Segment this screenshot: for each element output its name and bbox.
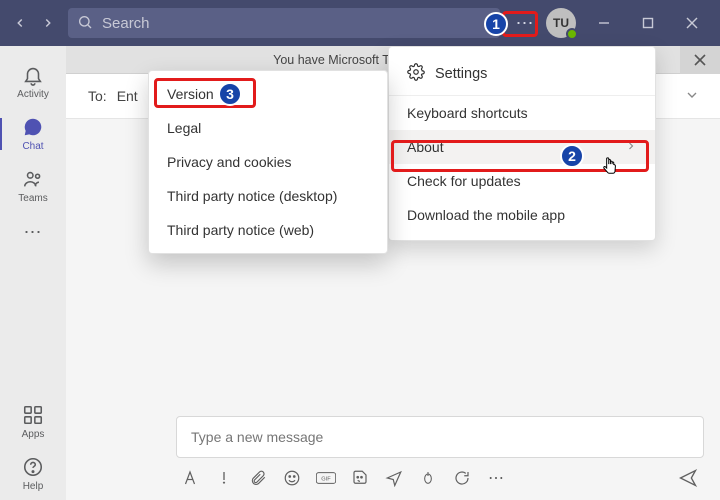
avatar-initials: TU: [553, 16, 569, 30]
search-wrapper: [68, 8, 500, 38]
rail-chat[interactable]: Chat: [0, 108, 66, 160]
title-bar: ⋯ TU: [0, 0, 720, 46]
annotation-badge-2: 2: [560, 144, 584, 168]
rail-more[interactable]: ⋯: [24, 212, 43, 253]
submenu-tpn-desktop[interactable]: Third party notice (desktop): [149, 179, 387, 213]
bell-icon: [22, 64, 44, 86]
minimize-button[interactable]: [582, 0, 626, 46]
rail-activity-label: Activity: [17, 89, 49, 100]
gif-icon[interactable]: GIF: [316, 468, 336, 488]
schedule-icon[interactable]: [384, 468, 404, 488]
submenu-legal[interactable]: Legal: [149, 111, 387, 145]
banner-close-button[interactable]: [680, 46, 720, 74]
format-icon[interactable]: [180, 468, 200, 488]
svg-text:GIF: GIF: [321, 477, 331, 483]
chevron-down-icon[interactable]: [684, 87, 700, 106]
search-icon: [77, 14, 93, 35]
settings-menu: Settings Keyboard shortcuts About Check …: [388, 46, 656, 241]
priority-icon[interactable]: [214, 468, 234, 488]
send-button[interactable]: [678, 468, 698, 488]
rail-apps[interactable]: Apps: [0, 396, 66, 448]
approvals-icon[interactable]: [452, 468, 472, 488]
menu-settings-label: Settings: [435, 66, 487, 82]
rail-activity[interactable]: Activity: [0, 56, 66, 108]
rail-teams-label: Teams: [18, 193, 47, 204]
to-value: Ent: [117, 88, 138, 104]
more-menu-button[interactable]: ⋯: [510, 9, 540, 37]
back-button[interactable]: [6, 9, 34, 37]
submenu-version[interactable]: Version: [149, 77, 387, 111]
forward-button[interactable]: [34, 9, 62, 37]
help-icon: [22, 456, 44, 478]
rail-help-label: Help: [23, 481, 44, 492]
maximize-button[interactable]: [626, 0, 670, 46]
cursor-pointer-icon: [600, 156, 620, 183]
gear-icon: [407, 63, 425, 85]
app-rail: Activity Chat Teams ⋯ Apps Help: [0, 46, 66, 500]
annotation-badge-1: 1: [484, 12, 508, 36]
submenu-privacy[interactable]: Privacy and cookies: [149, 145, 387, 179]
presence-available-icon: [566, 28, 578, 40]
menu-keyboard-shortcuts[interactable]: Keyboard shortcuts: [389, 96, 655, 130]
teams-icon: [22, 168, 44, 190]
avatar[interactable]: TU: [546, 8, 576, 38]
apps-icon: [22, 404, 44, 426]
annotation-badge-3: 3: [218, 82, 242, 106]
rail-teams[interactable]: Teams: [0, 160, 66, 212]
menu-settings[interactable]: Settings: [389, 55, 655, 96]
about-submenu: Version Legal Privacy and cookies Third …: [148, 70, 388, 254]
sticker-icon[interactable]: [350, 468, 370, 488]
message-input[interactable]: Type a new message: [176, 416, 704, 458]
submenu-tpn-web[interactable]: Third party notice (web): [149, 213, 387, 247]
search-input[interactable]: [68, 8, 500, 38]
menu-download-mobile[interactable]: Download the mobile app: [389, 198, 655, 232]
attach-icon[interactable]: [248, 468, 268, 488]
chat-icon: [22, 116, 44, 138]
close-button[interactable]: [670, 0, 714, 46]
stream-icon[interactable]: [418, 468, 438, 488]
more-actions-icon[interactable]: ⋯: [486, 468, 506, 488]
composer-toolbar: GIF ⋯: [176, 468, 704, 488]
composer: Type a new message GIF ⋯: [176, 416, 704, 488]
rail-apps-label: Apps: [22, 429, 45, 440]
to-label: To:: [88, 88, 107, 104]
chevron-right-icon: [625, 139, 637, 155]
rail-chat-label: Chat: [22, 141, 43, 152]
rail-help[interactable]: Help: [0, 448, 66, 500]
emoji-icon[interactable]: [282, 468, 302, 488]
